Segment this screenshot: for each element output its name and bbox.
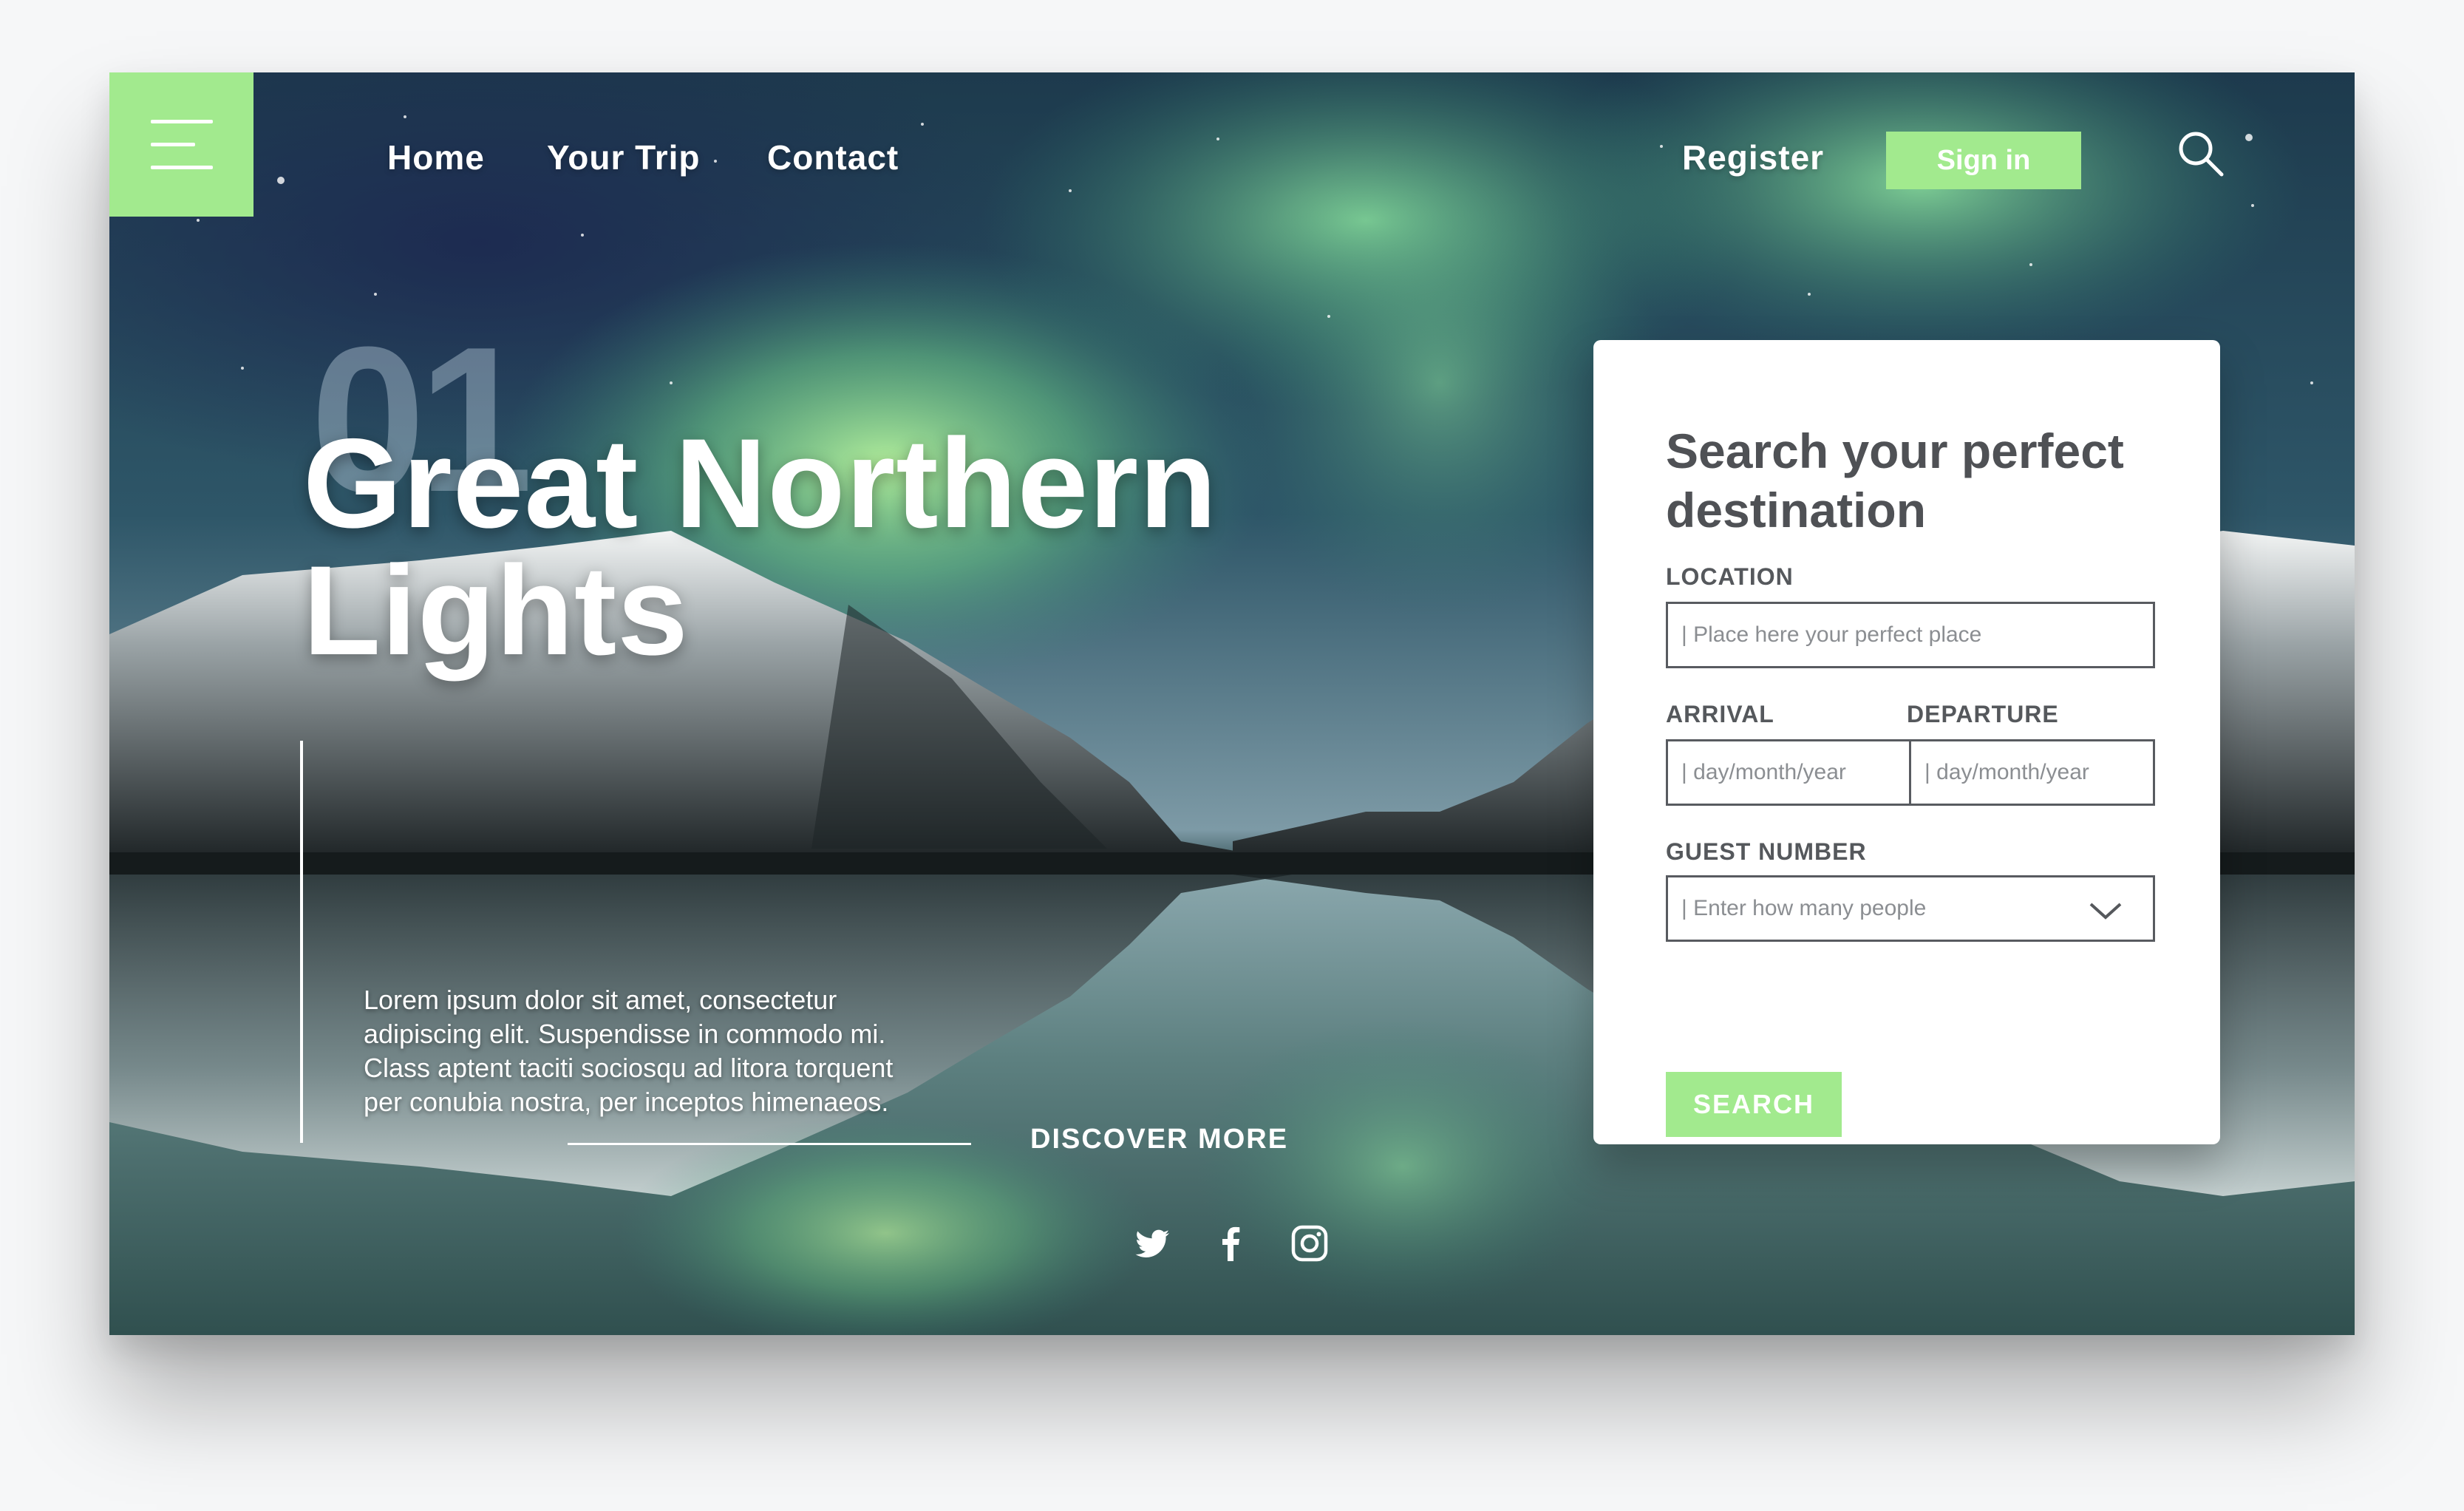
sign-in-button[interactable]: Sign in <box>1886 132 2081 189</box>
hero-title: Great Northern Lights <box>303 420 1412 674</box>
departure-placeholder: | day/month/year <box>1924 760 2089 784</box>
menu-button[interactable] <box>109 72 253 217</box>
guest-number-placeholder: | Enter how many people <box>1681 896 1927 920</box>
hamburger-icon <box>151 120 213 123</box>
hero-title-line-1: Great Northern <box>303 412 1218 554</box>
horizontal-divider <box>568 1143 971 1145</box>
hero-title-line-2: Lights <box>303 540 689 682</box>
guest-number-label: GUEST NUMBER <box>1666 838 1867 865</box>
discover-more-link[interactable]: DISCOVER MORE <box>1030 1124 1288 1155</box>
arrival-date-input[interactable]: | day/month/year <box>1666 739 1911 806</box>
hamburger-icon <box>151 166 213 169</box>
register-link[interactable]: Register <box>1682 137 1824 177</box>
facebook-icon[interactable] <box>1211 1223 1252 1264</box>
hero-frame: Home Your Trip Contact Register Sign in … <box>109 72 2355 1335</box>
nav-your-trip-link[interactable]: Your Trip <box>547 137 701 177</box>
chevron-down-icon <box>2089 903 2122 920</box>
vertical-divider <box>300 741 303 1143</box>
twitter-icon[interactable] <box>1132 1223 1174 1264</box>
location-placeholder: | Place here your perfect place <box>1681 622 1982 647</box>
search-card: Search your perfect destination LOCATION… <box>1593 340 2220 1144</box>
departure-date-input[interactable]: | day/month/year <box>1909 739 2155 806</box>
hamburger-icon <box>151 143 195 146</box>
departure-label: DEPARTURE <box>1907 701 2059 727</box>
arrival-label: ARRIVAL <box>1666 701 1774 727</box>
nav-home-link[interactable]: Home <box>387 137 485 177</box>
location-input[interactable]: | Place here your perfect place <box>1666 602 2155 668</box>
nav-contact-link[interactable]: Contact <box>767 137 899 177</box>
instagram-icon[interactable] <box>1289 1223 1330 1264</box>
location-label: LOCATION <box>1666 563 1794 590</box>
guest-number-select[interactable]: | Enter how many people <box>1666 875 2155 942</box>
search-card-title: Search your perfect destination <box>1666 424 2124 537</box>
search-button[interactable]: SEARCH <box>1666 1072 1842 1137</box>
hero-description: Lorem ipsum dolor sit amet, consectetur … <box>364 985 894 1117</box>
search-icon[interactable] <box>2176 129 2228 180</box>
arrival-placeholder: | day/month/year <box>1681 760 1846 784</box>
